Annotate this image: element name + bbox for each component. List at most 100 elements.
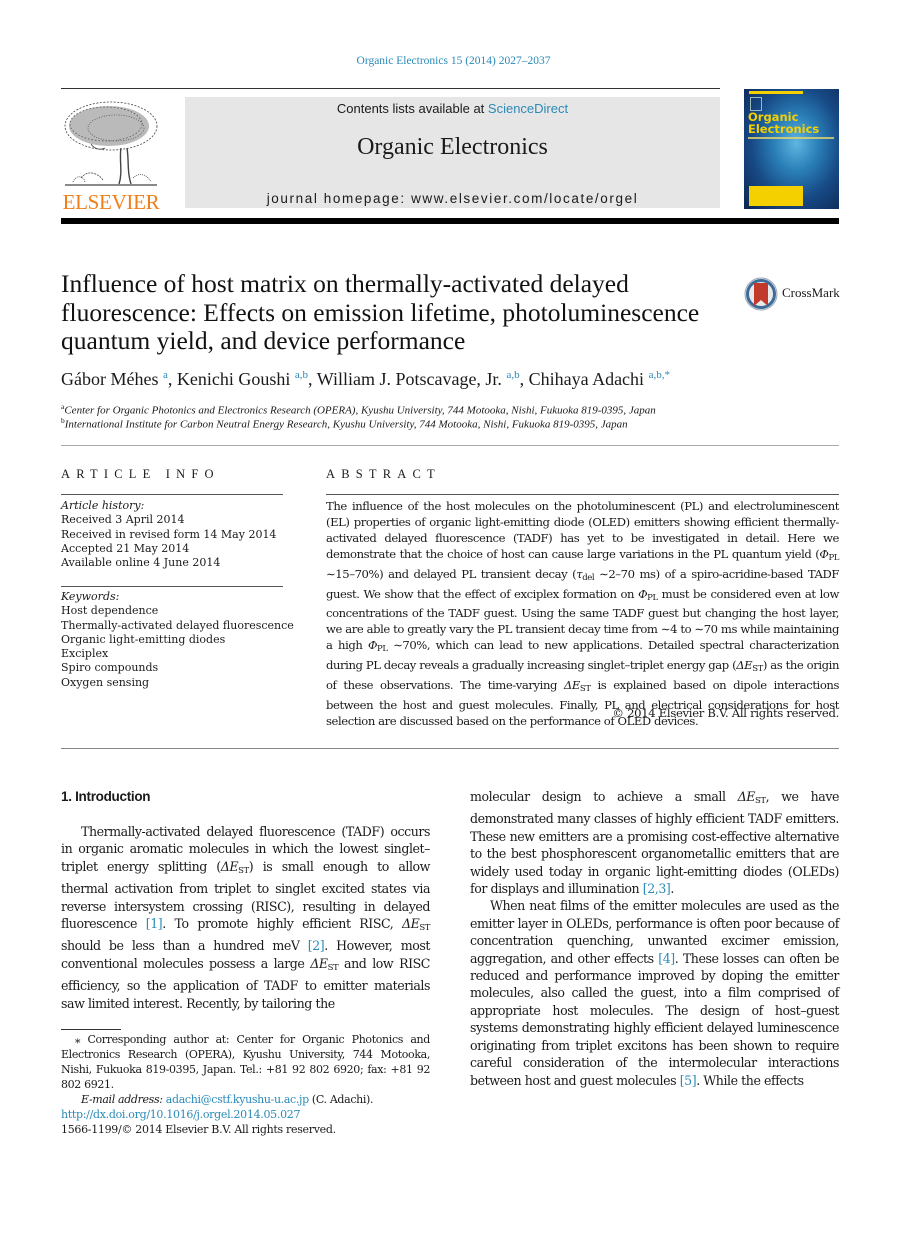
cover-top-bar xyxy=(749,91,803,94)
text-fragment: should be less than a hundred meV xyxy=(61,938,308,954)
delta-e-symbol: ΔE xyxy=(310,955,328,971)
abstract-text: The influence of the host molecules on t… xyxy=(326,499,839,730)
author-name[interactable]: Chihaya Adachi xyxy=(529,369,644,389)
footnote-corresponding: ⁎ Corresponding author at: Center for Or… xyxy=(61,1032,430,1092)
history-label: Article history: xyxy=(61,499,145,512)
cover-publisher-mark xyxy=(750,97,762,111)
crossmark-label: CrossMark xyxy=(782,285,840,300)
abstract-heading: ABSTRACT xyxy=(326,467,441,481)
cover-title: Organic Electronics xyxy=(748,111,819,135)
pl-subscript: PL xyxy=(377,644,388,655)
journal-name: Organic Electronics xyxy=(357,134,548,160)
text-fragment: . These losses can often be reduced and … xyxy=(470,950,839,1088)
email-link[interactable]: adachi@cstf.kyushu-u.ac.jp xyxy=(166,1093,309,1106)
sciencedirect-link[interactable]: ScienceDirect xyxy=(488,101,568,116)
corresponding-author-footnote: ⁎ Corresponding author at: Center for Or… xyxy=(61,1032,430,1107)
history-item: Available online 4 June 2014 xyxy=(61,556,221,570)
tree-icon xyxy=(64,101,158,186)
affiliation-text: Center for Organic Photonics and Electro… xyxy=(64,404,656,417)
text-fragment: . xyxy=(670,881,674,897)
article-title: Influence of host matrix on thermally-ac… xyxy=(61,269,700,355)
footnote-email: E-mail address: adachi@cstf.kyushu-u.ac.… xyxy=(61,1092,430,1107)
history-item: Received in revised form 14 May 2014 xyxy=(61,527,277,541)
footnote-text: Corresponding author at: Center for Orga… xyxy=(61,1033,430,1092)
keywords-list: Keywords: Host dependence Thermally-acti… xyxy=(61,590,294,690)
footnote-rule xyxy=(61,1029,121,1030)
citation-link[interactable]: [5] xyxy=(680,1073,697,1088)
author-name[interactable]: Kenichi Goushi xyxy=(177,369,290,389)
delta-e-symbol: ΔE xyxy=(402,916,420,932)
citation-link[interactable]: [1] xyxy=(146,916,163,931)
section-heading-introduction: 1. Introduction xyxy=(61,789,151,804)
header-rule xyxy=(61,88,720,89)
body-column-left: Thermally-activated delayed fluorescence… xyxy=(61,823,430,1012)
phi-symbol: Φ xyxy=(367,638,378,653)
paragraph: When neat films of the emitter molecules… xyxy=(470,897,839,1088)
section-rule xyxy=(61,445,839,446)
author-list: Gábor Méhes a, Kenichi Goushi a,b, Willi… xyxy=(61,369,670,389)
del-subscript: del xyxy=(582,572,595,583)
pl-subscript: PL xyxy=(647,592,658,603)
keyword-item: Oxygen sensing xyxy=(61,675,150,689)
crossmark-icon xyxy=(744,277,778,311)
delta-e-symbol: ΔE xyxy=(220,858,239,874)
email-label: E-mail address: xyxy=(81,1093,163,1107)
affiliation-a: aCenter for Organic Photonics and Electr… xyxy=(61,402,656,417)
history-item: Accepted 21 May 2014 xyxy=(61,541,190,555)
st-subscript: ST xyxy=(238,865,249,876)
author-affiliation-mark[interactable]: a,b xyxy=(506,369,519,381)
delta-e-symbol: ΔE xyxy=(737,789,756,804)
citation-link[interactable]: [2,3] xyxy=(643,881,671,896)
keyword-item: Exciplex xyxy=(61,647,109,661)
keywords-label: Keywords: xyxy=(61,590,120,603)
author-name[interactable]: Gábor Méhes xyxy=(61,369,158,389)
journal-homepage-link[interactable]: journal homepage: www.elsevier.com/locat… xyxy=(185,191,720,206)
keyword-item: Thermally-activated delayed fluorescence xyxy=(61,618,294,632)
abstract-fragment: ∼15–70%) and delayed PL transient decay … xyxy=(326,566,577,581)
cover-bottom-bar xyxy=(749,186,803,206)
email-suffix: (C. Adachi). xyxy=(308,1093,374,1107)
text-fragment: , we have demonstrated many classes of h… xyxy=(470,789,839,897)
citation-link[interactable]: [2] xyxy=(308,938,325,953)
author-affiliation-mark[interactable]: a xyxy=(163,369,168,381)
st-subscript: ST xyxy=(419,923,430,934)
text-fragment: . To promote highly efficient RISC, xyxy=(162,916,403,932)
doi-link[interactable]: http://dx.doi.org/10.1016/j.orgel.2014.0… xyxy=(61,1107,336,1122)
keyword-item: Spiro compounds xyxy=(61,661,159,675)
st-subscript: ST xyxy=(752,664,763,675)
cover-subtitle xyxy=(748,137,834,139)
article-info-heading: ARTICLE INFO xyxy=(61,467,220,481)
phi-symbol: Φ xyxy=(638,586,648,601)
contents-prefix: Contents lists available at xyxy=(336,101,488,116)
keyword-item: Organic light-emitting diodes xyxy=(61,632,226,646)
paragraph: Thermally-activated delayed fluorescence… xyxy=(61,823,430,1012)
journal-masthead: Contents lists available at ScienceDirec… xyxy=(185,97,720,208)
article-info-rule xyxy=(61,494,283,495)
doi-block: http://dx.doi.org/10.1016/j.orgel.2014.0… xyxy=(61,1107,336,1137)
affiliation-b: bInternational Institute for Carbon Neut… xyxy=(61,416,628,431)
delta-e-symbol: ΔE xyxy=(563,678,580,693)
elsevier-wordmark: ELSEVIER xyxy=(62,190,160,214)
crossmark-button[interactable]: CrossMark xyxy=(744,277,840,311)
text-fragment: molecular design to achieve a small xyxy=(470,789,738,804)
cover-title-line-2: Electronics xyxy=(748,122,820,136)
journal-reference-link[interactable]: Organic Electronics 15 (2014) 2027–2037 xyxy=(0,55,907,67)
journal-cover-image[interactable]: Organic Electronics xyxy=(744,89,839,209)
abstract-rule xyxy=(326,494,839,495)
body-column-right: molecular design to achieve a small ΔEST… xyxy=(470,788,839,1089)
abstract-copyright: © 2014 Elsevier B.V. All rights reserved… xyxy=(612,706,839,720)
pl-subscript: PL xyxy=(828,552,839,563)
article-history: Article history: Received 3 April 2014 R… xyxy=(61,499,276,570)
keywords-rule xyxy=(61,586,283,587)
author-affiliation-mark[interactable]: a,b xyxy=(295,369,308,381)
author-affiliation-mark[interactable]: a,b,* xyxy=(649,369,670,381)
citation-link[interactable]: [4] xyxy=(658,951,675,966)
author-name[interactable]: William J. Potscavage, Jr. xyxy=(317,369,502,389)
keyword-item: Host dependence xyxy=(61,604,159,618)
st-subscript: ST xyxy=(327,962,339,973)
text-fragment: . While the effects xyxy=(696,1072,804,1088)
contents-line: Contents lists available at ScienceDirec… xyxy=(185,101,720,116)
abstract-fragment: The influence of the host molecules on t… xyxy=(326,499,839,561)
st-subscript: ST xyxy=(579,684,591,695)
issn-copyright: 1566-1199/© 2014 Elsevier B.V. All right… xyxy=(61,1123,336,1136)
